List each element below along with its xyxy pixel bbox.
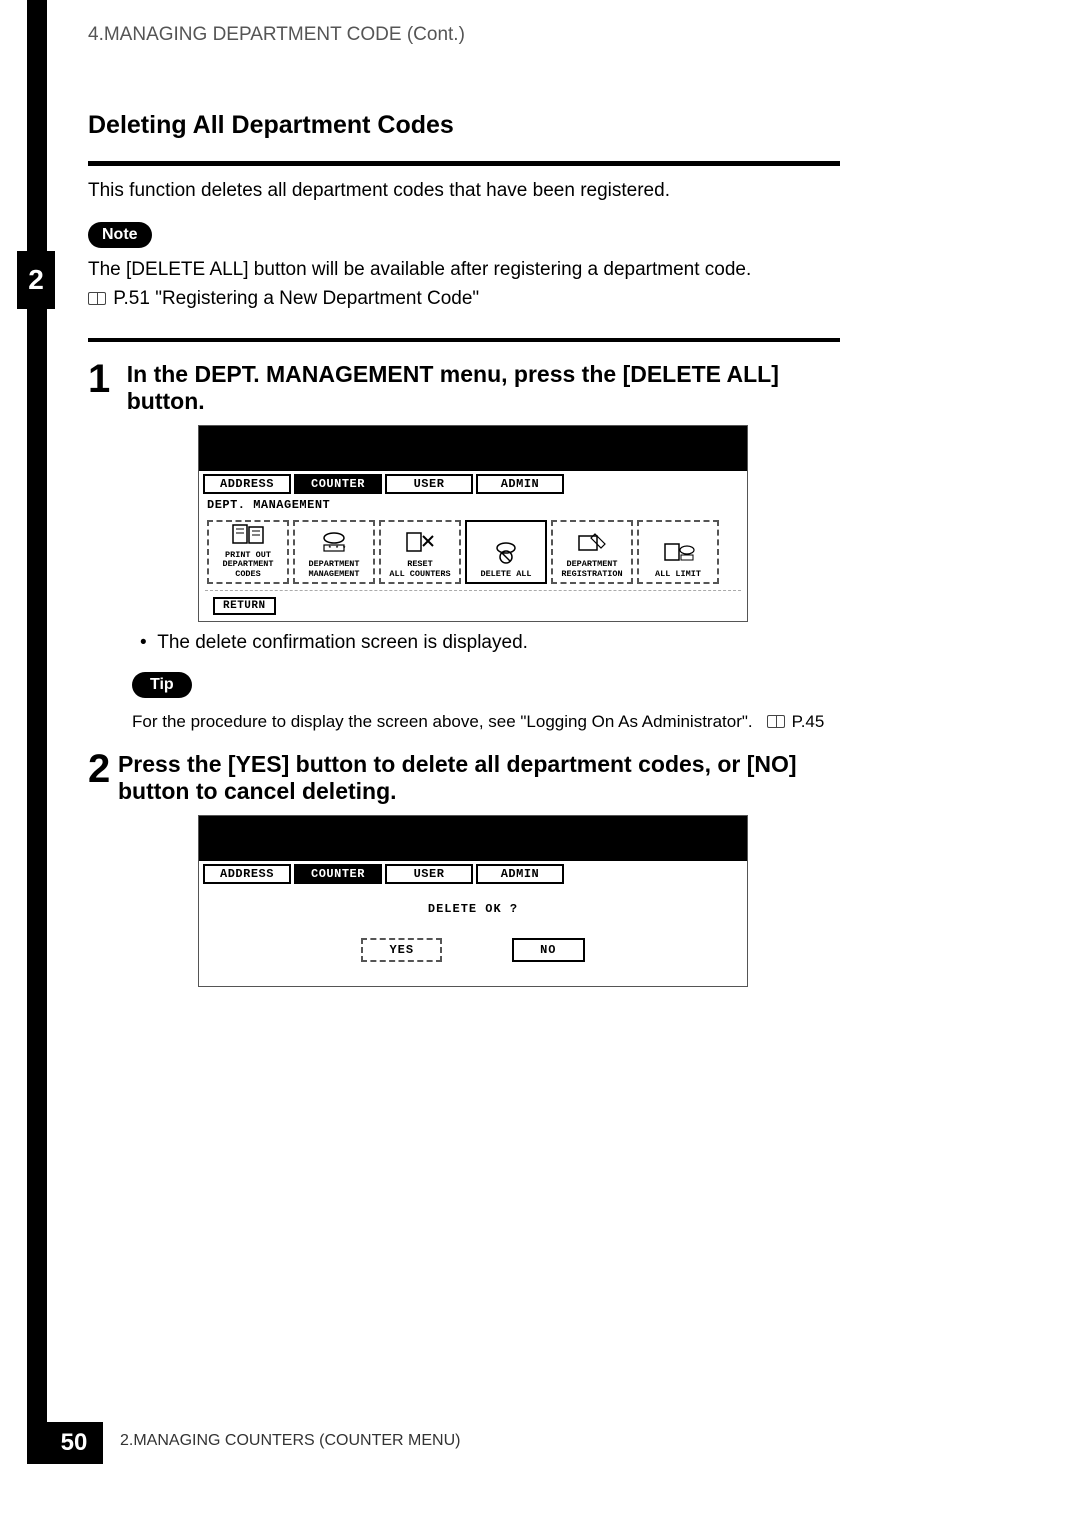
print-out-dept-codes-button[interactable]: PRINT OUT DEPARTMENT CODES <box>207 520 289 584</box>
all-limit-button[interactable]: ALL LIMIT <box>637 520 719 584</box>
step-text: In the DEPT. MANAGEMENT menu, press the … <box>127 356 840 415</box>
tip-ref: P.45 <box>792 712 825 731</box>
tab-address[interactable]: ADDRESS <box>203 474 291 494</box>
note-ref-text: P.51 "Registering a New Department Code" <box>113 288 479 309</box>
screen-header-band <box>199 426 747 471</box>
delete-dial-icon <box>486 538 526 566</box>
tip-badge: Tip <box>132 672 192 698</box>
page-number: 50 <box>45 1422 103 1464</box>
book-icon <box>88 292 106 305</box>
dial-stars-icon: * * * <box>314 528 354 556</box>
tab-admin[interactable]: ADMIN <box>476 474 564 494</box>
delete-all-button[interactable]: DELETE ALL <box>465 520 547 584</box>
section-title: Deleting All Department Codes <box>88 111 840 140</box>
tab-user[interactable]: USER <box>385 474 473 494</box>
tab-user[interactable]: USER <box>385 864 473 884</box>
divider-2 <box>88 338 840 342</box>
button-label: DELETE ALL <box>480 570 531 579</box>
step-1: 1 In the DEPT. MANAGEMENT menu, press th… <box>88 356 840 415</box>
divider <box>88 161 840 166</box>
top-breadcrumb: 4.MANAGING DEPARTMENT CODE (Cont.) <box>88 24 465 46</box>
touchscreen-screenshot-2: ADDRESS COUNTER USER ADMIN DELETE OK ? Y… <box>198 815 748 987</box>
tab-counter[interactable]: COUNTER <box>294 864 382 884</box>
return-button[interactable]: RETURN <box>213 597 276 615</box>
step-text: Press the [YES] button to delete all dep… <box>118 746 840 805</box>
tip-text: For the procedure to display the screen … <box>88 712 840 732</box>
step-number: 2 <box>88 749 118 805</box>
button-label: RESET ALL COUNTERS <box>389 560 450 579</box>
chapter-tab: 2 <box>17 251 55 309</box>
step-2: 2 Press the [YES] button to delete all d… <box>88 746 840 805</box>
note-ref: P.51 "Registering a New Department Code" <box>88 285 840 314</box>
register-pen-icon <box>572 528 612 556</box>
button-label: PRINT OUT DEPARTMENT CODES <box>209 551 287 579</box>
yes-button[interactable]: YES <box>361 938 442 962</box>
step-1-result: • The delete confirmation screen is disp… <box>88 632 840 654</box>
reset-all-counters-button[interactable]: RESET ALL COUNTERS <box>379 520 461 584</box>
button-label: DEPARTMENT REGISTRATION <box>561 560 622 579</box>
intro-text: This function deletes all department cod… <box>88 178 840 205</box>
limit-dial-icon <box>658 538 698 566</box>
delete-confirm-text: DELETE OK ? <box>199 902 747 916</box>
dept-management-button[interactable]: * * * DEPARTMENT MANAGEMENT <box>293 520 375 584</box>
step-number: 1 <box>88 359 127 415</box>
tab-address[interactable]: ADDRESS <box>203 864 291 884</box>
no-button[interactable]: NO <box>512 938 584 962</box>
button-label: DEPARTMENT MANAGEMENT <box>308 560 359 579</box>
note-line: The [DELETE ALL] button will be availabl… <box>88 256 840 285</box>
tab-admin[interactable]: ADMIN <box>476 864 564 884</box>
tab-counter[interactable]: COUNTER <box>294 474 382 494</box>
book-icon <box>767 715 785 728</box>
dept-registration-button[interactable]: DEPARTMENT REGISTRATION <box>551 520 633 584</box>
screen-subtitle: DEPT. MANAGEMENT <box>199 494 747 514</box>
screen-header-band <box>199 816 747 861</box>
left-page-strip <box>27 0 47 1460</box>
reset-doc-icon <box>400 528 440 556</box>
svg-text:* * *: * * * <box>328 545 346 552</box>
button-label: ALL LIMIT <box>655 570 701 579</box>
touchscreen-screenshot-1: ADDRESS COUNTER USER ADMIN DEPT. MANAGEM… <box>198 425 748 622</box>
document-list-icon <box>228 522 268 547</box>
note-badge: Note <box>88 222 152 248</box>
footer-breadcrumb: 2.MANAGING COUNTERS (COUNTER MENU) <box>120 1432 460 1450</box>
